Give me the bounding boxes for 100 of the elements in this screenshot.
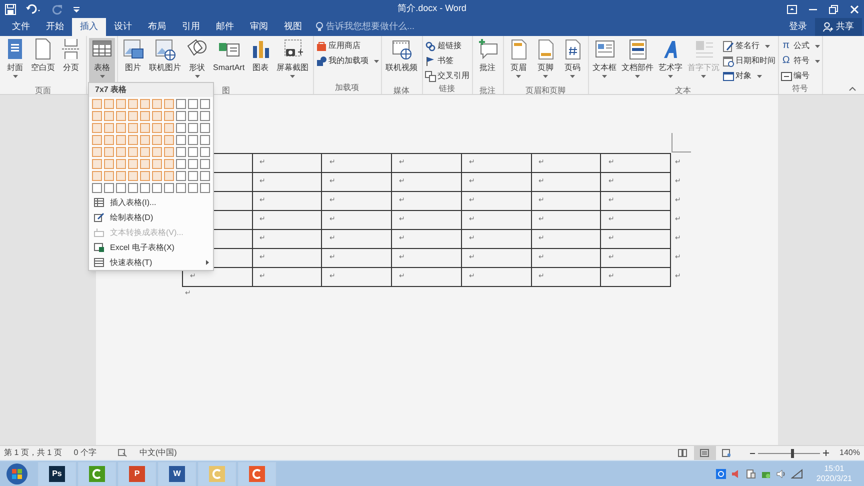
app-tray-icon[interactable] xyxy=(716,468,726,478)
grid-cell[interactable] xyxy=(116,111,126,121)
grid-cell[interactable] xyxy=(116,147,126,157)
grid-cell[interactable] xyxy=(176,123,186,133)
ribbon-tab[interactable]: 审阅 xyxy=(242,18,276,36)
ribbon-button[interactable]: 对象 xyxy=(722,69,762,83)
save-icon[interactable] xyxy=(5,4,16,14)
grid-cell[interactable] xyxy=(188,111,198,121)
ribbon-button[interactable]: 日期和时间 xyxy=(722,54,776,68)
devices-icon[interactable] xyxy=(746,468,756,478)
ribbon-button[interactable]: π 公式 xyxy=(780,39,820,53)
taskbar-button[interactable]: W xyxy=(158,462,196,486)
grid-cell[interactable] xyxy=(128,171,138,181)
grid-cell[interactable] xyxy=(104,159,114,169)
grid-cell[interactable] xyxy=(104,171,114,181)
grid-cell[interactable] xyxy=(116,123,126,133)
ribbon-button[interactable]: 空白页 xyxy=(29,38,57,85)
grid-cell[interactable] xyxy=(200,99,210,109)
collapse-ribbon-icon[interactable] xyxy=(849,87,856,91)
ribbon-button[interactable]: 页码 xyxy=(560,38,586,85)
grid-cell[interactable] xyxy=(176,159,186,169)
grid-cell[interactable] xyxy=(92,159,102,169)
grid-cell[interactable] xyxy=(104,123,114,133)
taskbar-button[interactable] xyxy=(238,462,276,486)
ribbon-button[interactable]: 表格 xyxy=(89,38,115,85)
ribbon-button[interactable]: 形状 xyxy=(184,38,210,85)
restore-icon[interactable] xyxy=(829,4,838,14)
word-count[interactable]: 0 个字 xyxy=(74,447,96,459)
ribbon-button[interactable]: SmartArt xyxy=(211,38,247,85)
ribbon-button[interactable]: 页眉 xyxy=(506,38,532,85)
grid-cell[interactable] xyxy=(140,111,150,121)
grid-cell[interactable] xyxy=(152,147,162,157)
grid-cell[interactable] xyxy=(176,99,186,109)
grid-cell[interactable] xyxy=(188,171,198,181)
grid-cell[interactable] xyxy=(176,147,186,157)
grid-cell[interactable] xyxy=(152,171,162,181)
grid-cell[interactable] xyxy=(152,111,162,121)
taskbar-button[interactable]: Ps xyxy=(38,462,76,486)
grid-cell[interactable] xyxy=(140,183,150,193)
signal-icon[interactable] xyxy=(791,468,804,478)
grid-cell[interactable] xyxy=(176,183,186,193)
ribbon-tab[interactable]: 布局 xyxy=(140,18,174,36)
start-button[interactable] xyxy=(6,462,28,484)
grid-cell[interactable] xyxy=(164,147,174,157)
grid-cell[interactable] xyxy=(164,171,174,181)
grid-cell[interactable] xyxy=(176,171,186,181)
grid-cell[interactable] xyxy=(128,99,138,109)
tell-me-field[interactable]: 告诉我您想要做什么... xyxy=(316,18,476,36)
grid-cell[interactable] xyxy=(104,135,114,145)
zoom-level[interactable]: 140% xyxy=(840,447,864,459)
close-icon[interactable] xyxy=(850,4,859,14)
grid-cell[interactable] xyxy=(128,159,138,169)
ribbon-tab[interactable]: 开始 xyxy=(38,18,72,36)
grid-cell[interactable] xyxy=(104,183,114,193)
ribbon-button[interactable]: 书签 xyxy=(424,54,454,68)
grid-cell[interactable] xyxy=(188,123,198,133)
grid-cell[interactable] xyxy=(164,159,174,169)
ribbon-button[interactable]: 封面 xyxy=(2,38,28,85)
zoom-in-icon[interactable] xyxy=(822,450,829,456)
grid-cell[interactable] xyxy=(140,123,150,133)
grid-cell[interactable] xyxy=(92,183,102,193)
grid-cell[interactable] xyxy=(92,135,102,145)
grid-cell[interactable] xyxy=(200,159,210,169)
grid-cell[interactable] xyxy=(92,147,102,157)
grid-cell[interactable] xyxy=(152,99,162,109)
grid-cell[interactable] xyxy=(200,111,210,121)
grid-cell[interactable] xyxy=(104,99,114,109)
ribbon-options-icon[interactable] xyxy=(787,4,797,14)
grid-cell[interactable] xyxy=(116,159,126,169)
print-layout-button[interactable] xyxy=(694,446,716,460)
grid-cell[interactable] xyxy=(152,123,162,133)
ribbon-button[interactable]: 文档部件 xyxy=(620,38,656,85)
menu-item[interactable]: 快速表格(T) xyxy=(89,255,213,270)
sign-in-link[interactable]: 登录 xyxy=(781,18,815,36)
ribbon-button[interactable]: 超链接 xyxy=(424,39,462,53)
grid-cell[interactable] xyxy=(128,147,138,157)
grid-cell[interactable] xyxy=(164,111,174,121)
volume-icon[interactable] xyxy=(776,468,786,478)
page-count[interactable]: 第 1 页，共 1 页 xyxy=(4,447,62,459)
grid-cell[interactable] xyxy=(140,135,150,145)
grid-cell[interactable] xyxy=(176,111,186,121)
grid-cell[interactable] xyxy=(200,171,210,181)
zoom-out-icon[interactable] xyxy=(750,450,755,456)
grid-cell[interactable] xyxy=(128,111,138,121)
ribbon-button[interactable]: Ω 符号 xyxy=(780,54,820,68)
grid-cell[interactable] xyxy=(92,111,102,121)
ribbon-button[interactable]: 编号 xyxy=(780,69,810,83)
grid-cell[interactable] xyxy=(188,147,198,157)
proofing-icon[interactable] xyxy=(118,449,128,457)
ribbon-button[interactable]: 我的加载项 xyxy=(316,54,379,68)
grid-cell[interactable] xyxy=(104,147,114,157)
ribbon-button[interactable]: 分页 xyxy=(58,38,84,85)
grid-cell[interactable] xyxy=(128,183,138,193)
ribbon-button[interactable]: 屏幕截图 xyxy=(274,38,311,85)
taskbar-button[interactable]: P xyxy=(118,462,156,486)
grid-cell[interactable] xyxy=(140,99,150,109)
menu-item[interactable]: Excel 电子表格(X) xyxy=(89,240,213,255)
grid-cell[interactable] xyxy=(200,147,210,157)
grid-cell[interactable] xyxy=(188,183,198,193)
undo-icon[interactable] xyxy=(26,4,42,14)
